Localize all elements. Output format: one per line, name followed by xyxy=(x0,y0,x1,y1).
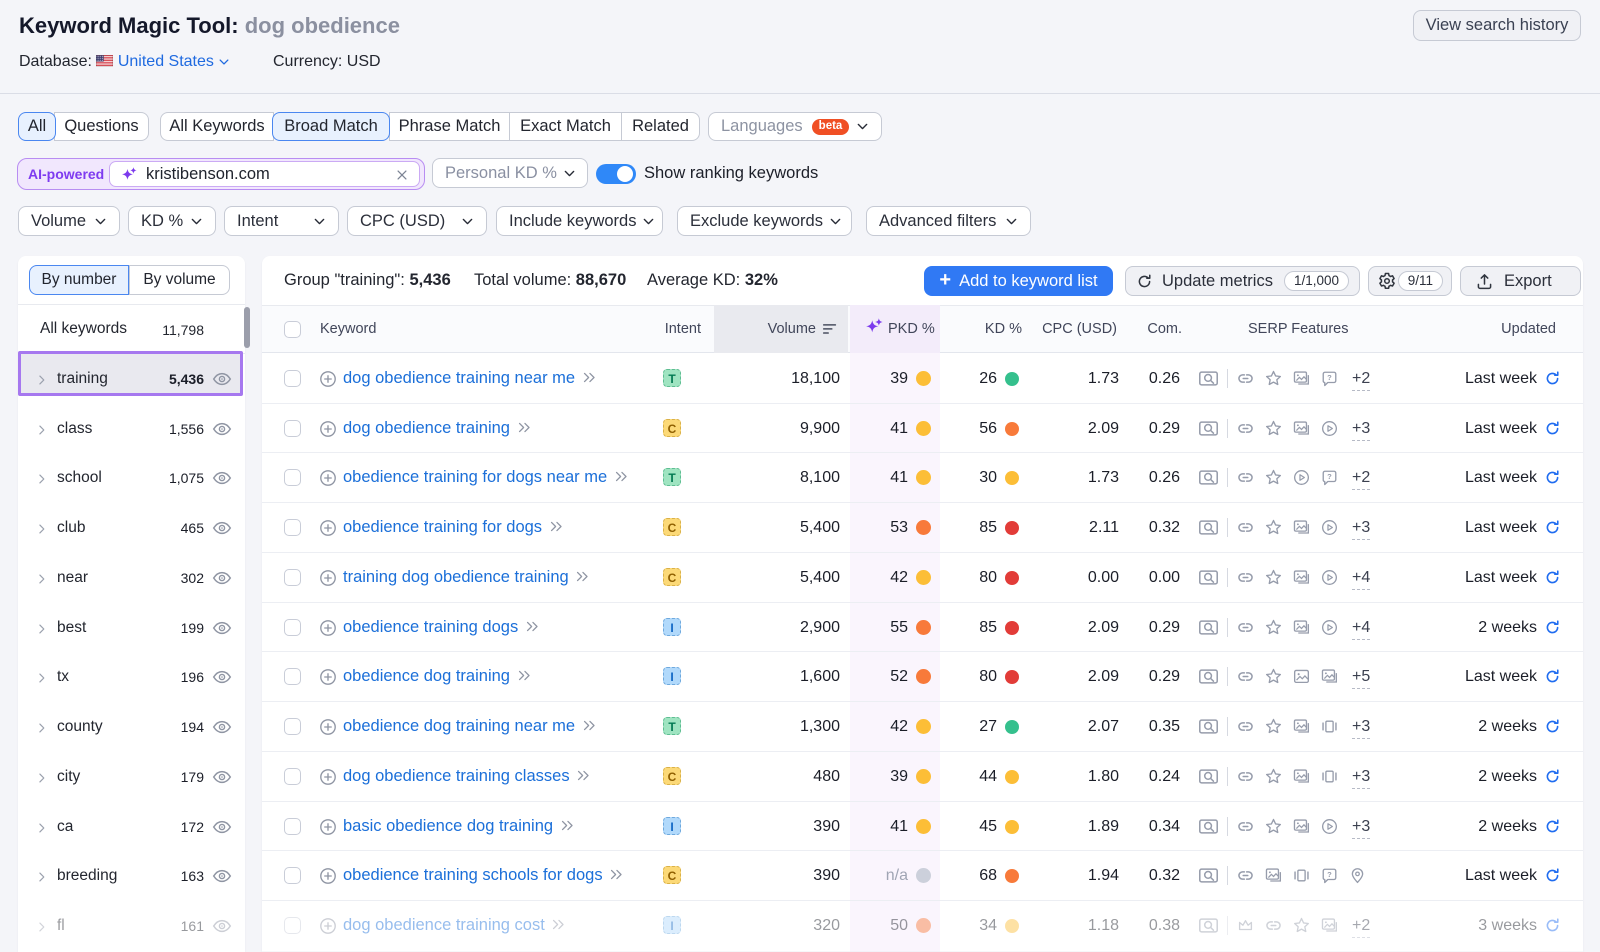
svg-text:?: ? xyxy=(1327,373,1332,382)
svg-text:?: ? xyxy=(1327,870,1332,879)
svg-text:?: ? xyxy=(1327,472,1332,481)
